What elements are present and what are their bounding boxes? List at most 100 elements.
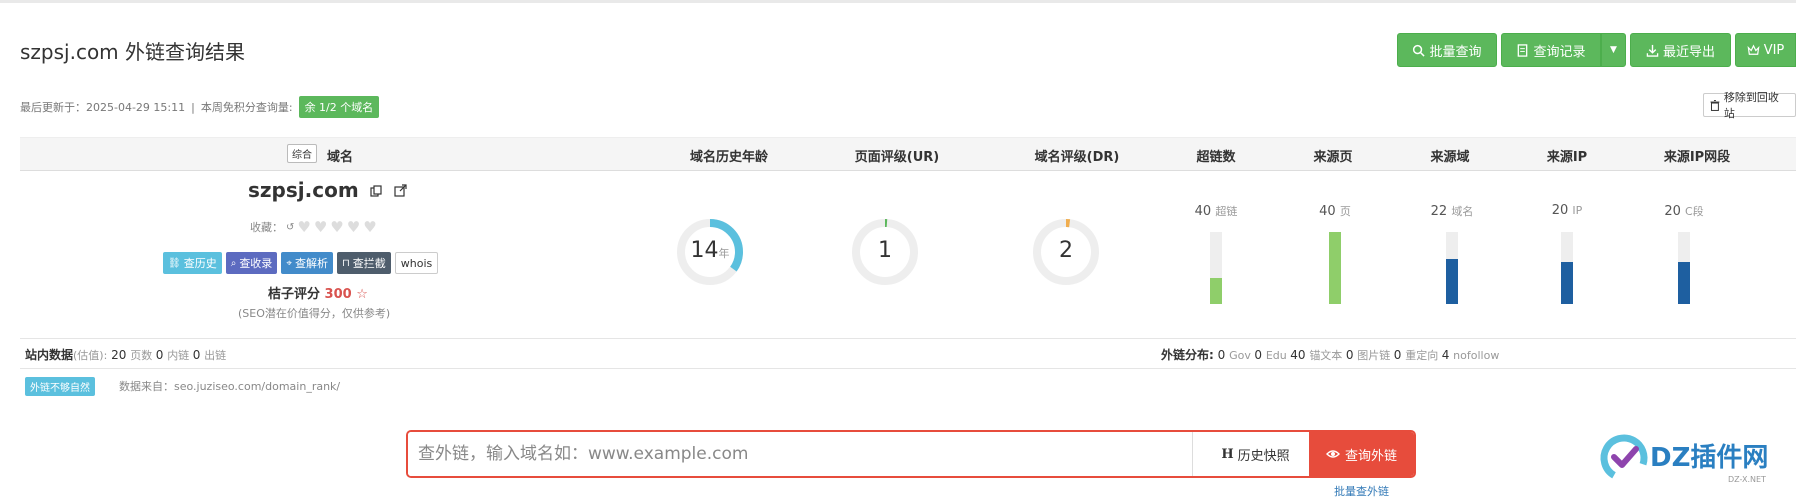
document-icon <box>1518 43 1528 57</box>
heart-icon[interactable]: ♥ <box>363 219 376 235</box>
history-snapshot-toggle[interactable]: H 历史快照 <box>1192 432 1414 476</box>
search-icon: ⌕ <box>230 257 237 269</box>
favorite-label: 收藏： <box>250 221 283 234</box>
bar-fill <box>1446 258 1458 304</box>
update-info: 最后更新于： 2025-04-29 15:11 | 本周免积分查询量: 余 1/… <box>20 96 380 118</box>
stat-unit: C段 <box>1685 205 1704 218</box>
item-value: 20 <box>111 348 131 362</box>
recent-export-button[interactable]: 最近导出 <box>1630 33 1731 67</box>
bar-fill <box>1210 278 1222 304</box>
item-unit: 出链 <box>204 349 227 362</box>
search-submit-button[interactable]: 查询外链 <box>1309 432 1414 476</box>
source-pages-bar <box>1329 232 1341 304</box>
bulk-query-label: 批量查询 <box>1429 44 1482 60</box>
tag-map-pin-button[interactable]: ⌖ 查解析 <box>281 252 333 274</box>
source-domains-count: 22 域名 <box>1412 203 1492 219</box>
juzi-score: 桔子评分 300 ☆ <box>268 283 368 302</box>
reset-icon[interactable]: ↺ <box>286 222 294 233</box>
download-icon <box>1646 44 1659 57</box>
star-icon: ☆ <box>356 287 368 302</box>
recycle-button[interactable]: 移除到回收站 <box>1703 91 1796 120</box>
site-data: 站内数据(估值): 20 页数 0 内链 0 出链 <box>25 346 226 363</box>
stat-value: 20 <box>1551 203 1573 218</box>
source-url[interactable]: seo.juziseo.com/domain_rank/ <box>174 380 340 393</box>
domain-name[interactable]: szpsj.com <box>248 178 407 202</box>
source-pages-count: 40 页 <box>1295 203 1375 219</box>
header-ur: 页面评级(UR) <box>854 150 940 165</box>
tag-label: 查收录 <box>239 257 273 270</box>
meta-separator: | <box>191 100 195 114</box>
search-icon <box>1413 44 1426 57</box>
header-source-ip-segment: 来源IP网段 <box>1663 150 1731 165</box>
vip-button[interactable]: VIP <box>1735 33 1796 67</box>
item-unit: 重定向 <box>1405 349 1442 362</box>
search-submit-label: 查询外链 <box>1344 448 1397 464</box>
stat-value: 40 <box>1319 204 1340 219</box>
domain-search-input[interactable] <box>408 432 1191 476</box>
link-distribution-items: 0 Gov 0 Edu 40 锚文本 0 图片链 0 重定向 4 nofollo… <box>1218 348 1500 362</box>
age-unit: 年 <box>718 247 730 260</box>
quota-label: 本周免积分查询量: <box>200 101 293 114</box>
item-unit: Edu <box>1265 349 1291 362</box>
item-unit: 内链 <box>167 349 193 362</box>
divider <box>20 368 1796 369</box>
site-data-label: 站内数据 <box>25 348 74 362</box>
link-icon: ⛓ <box>168 257 181 269</box>
site-data-estimate: (估值): <box>73 349 108 362</box>
source-ip-segment-count: 20 C段 <box>1644 203 1724 219</box>
stat-value: 40 <box>1194 204 1216 219</box>
ur-value: 1 <box>878 238 892 263</box>
trash-icon <box>1710 99 1720 111</box>
stat-unit: 超链 <box>1215 205 1238 218</box>
domain-action-tags: ⛓ 查历史 ⌕ 查收录 ⌖ 查解析 ⊓ 查拦截 whois <box>163 252 439 274</box>
dz-logo-watermark: DZ插件网 DZ-X.NET <box>1600 434 1768 484</box>
stat-unit: 页 <box>1339 205 1351 218</box>
bulk-query-button[interactable]: 批量查询 <box>1397 33 1497 67</box>
tag-whois-button[interactable]: whois <box>394 252 439 274</box>
tag-search-button[interactable]: ⌕ 查收录 <box>225 252 278 274</box>
external-link-icon[interactable] <box>393 184 407 197</box>
query-history-dropdown[interactable]: ▼ <box>1601 33 1626 67</box>
unnatural-links-badge: 外链不够自然 <box>25 377 95 396</box>
item-value: 0 <box>1345 348 1358 362</box>
tag-label: 查解析 <box>294 257 328 270</box>
lock-icon: ⊓ <box>341 257 350 269</box>
header-hyperlinks: 超链数 <box>1196 150 1236 165</box>
item-unit: nofollow <box>1453 349 1500 362</box>
tag-link-button[interactable]: ⛓ 查历史 <box>163 252 222 274</box>
header-domain-age: 域名历史年龄 <box>689 150 768 165</box>
copy-icon[interactable] <box>370 185 382 197</box>
recycle-label: 移除到回收站 <box>1723 91 1779 120</box>
link-distribution-label: 外链分布: <box>1161 348 1214 362</box>
tag-lock-button[interactable]: ⊓ 查拦截 <box>336 252 391 274</box>
site-data-items: 20 页数 0 内链 0 出链 <box>111 348 226 362</box>
heart-icon[interactable]: ♥ <box>314 219 327 235</box>
item-value: 40 <box>1290 348 1310 362</box>
source-label: 数据来自： <box>119 380 174 393</box>
source-ip-count: 20 IP <box>1527 203 1607 218</box>
updated-time: 2025-04-29 15:11 <box>86 100 186 114</box>
sort-button[interactable]: 综合 <box>287 144 317 163</box>
item-value: 4 <box>1441 348 1454 362</box>
header-source-pages: 来源页 <box>1313 150 1353 165</box>
watermark-subtext: DZ-X.NET <box>1728 475 1766 484</box>
stat-value: 22 <box>1430 204 1452 219</box>
favorite-rating: 收藏： ↺ ♥ ♥ ♥ ♥ ♥ <box>250 219 377 235</box>
recent-export-label: 最近导出 <box>1662 44 1715 60</box>
item-value: 0 <box>192 348 205 362</box>
divider <box>20 338 1796 339</box>
source-domains-bar <box>1446 232 1458 304</box>
heart-icon[interactable]: ♥ <box>330 219 343 235</box>
stat-value: 20 <box>1664 204 1685 219</box>
bar-fill <box>1678 262 1690 304</box>
header-domain: 域名 <box>327 150 354 165</box>
hyperlinks-bar <box>1210 232 1222 304</box>
bulk-backlink-link[interactable]: 批量查外链 <box>1334 483 1389 499</box>
heart-icon[interactable]: ♥ <box>297 219 310 235</box>
heart-icon[interactable]: ♥ <box>347 219 360 235</box>
stat-unit: 域名 <box>1451 205 1474 218</box>
bar-fill <box>1561 262 1573 304</box>
item-value: 0 <box>1393 348 1406 362</box>
score-label: 桔子评分 <box>268 287 321 302</box>
query-history-button[interactable]: 查询记录 <box>1501 33 1601 67</box>
